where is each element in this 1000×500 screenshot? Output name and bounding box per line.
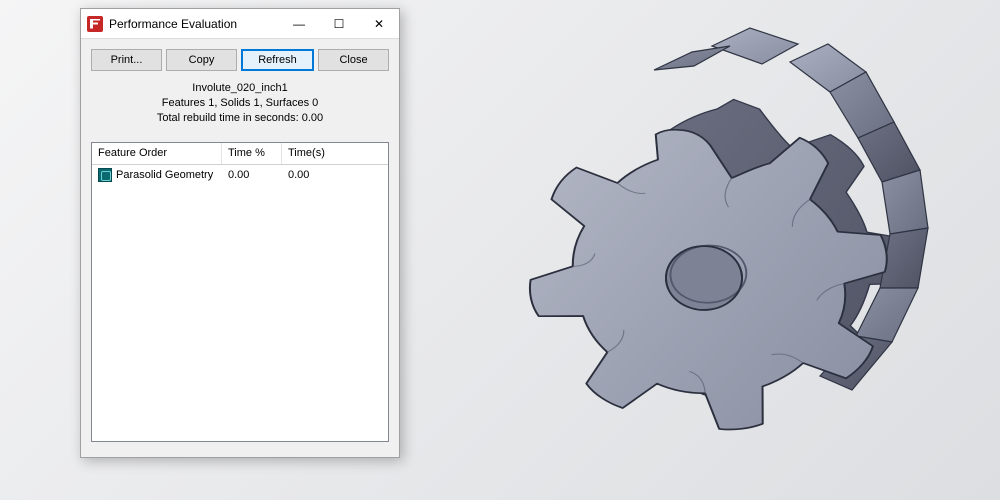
close-window-button[interactable]: ✕ bbox=[359, 9, 399, 38]
performance-evaluation-dialog: Performance Evaluation — ☐ ✕ Print... Co… bbox=[80, 8, 400, 458]
maximize-button[interactable]: ☐ bbox=[319, 9, 359, 38]
window-controls: — ☐ ✕ bbox=[279, 9, 399, 38]
column-feature-order[interactable]: Feature Order bbox=[92, 143, 222, 164]
dialog-title: Performance Evaluation bbox=[109, 17, 279, 31]
column-time-seconds[interactable]: Time(s) bbox=[282, 143, 342, 164]
titlebar[interactable]: Performance Evaluation — ☐ ✕ bbox=[81, 9, 399, 39]
feature-table: Feature Order Time % Time(s) Parasolid G… bbox=[91, 142, 389, 442]
time-seconds-cell: 0.00 bbox=[282, 169, 342, 181]
summary-counts: Features 1, Solids 1, Surfaces 0 bbox=[81, 96, 399, 111]
gear-3d-viewport[interactable] bbox=[480, 10, 960, 490]
copy-button[interactable]: Copy bbox=[166, 49, 237, 71]
minimize-button[interactable]: — bbox=[279, 9, 319, 38]
time-percent-cell: 0.00 bbox=[222, 169, 282, 181]
close-button[interactable]: Close bbox=[318, 49, 389, 71]
parasolid-icon bbox=[98, 168, 112, 182]
refresh-button[interactable]: Refresh bbox=[241, 49, 314, 71]
toolbar: Print... Copy Refresh Close bbox=[81, 39, 399, 77]
print-button[interactable]: Print... bbox=[91, 49, 162, 71]
summary-block: Involute_020_inch1 Features 1, Solids 1,… bbox=[81, 77, 399, 136]
solidworks-icon bbox=[87, 16, 103, 32]
summary-part-name: Involute_020_inch1 bbox=[81, 81, 399, 96]
column-time-percent[interactable]: Time % bbox=[222, 143, 282, 164]
feature-name-cell: Parasolid Geometry bbox=[116, 169, 213, 181]
summary-rebuild-time: Total rebuild time in seconds: 0.00 bbox=[81, 111, 399, 126]
table-row[interactable]: Parasolid Geometry 0.00 0.00 bbox=[92, 165, 388, 185]
table-header: Feature Order Time % Time(s) bbox=[92, 143, 388, 165]
